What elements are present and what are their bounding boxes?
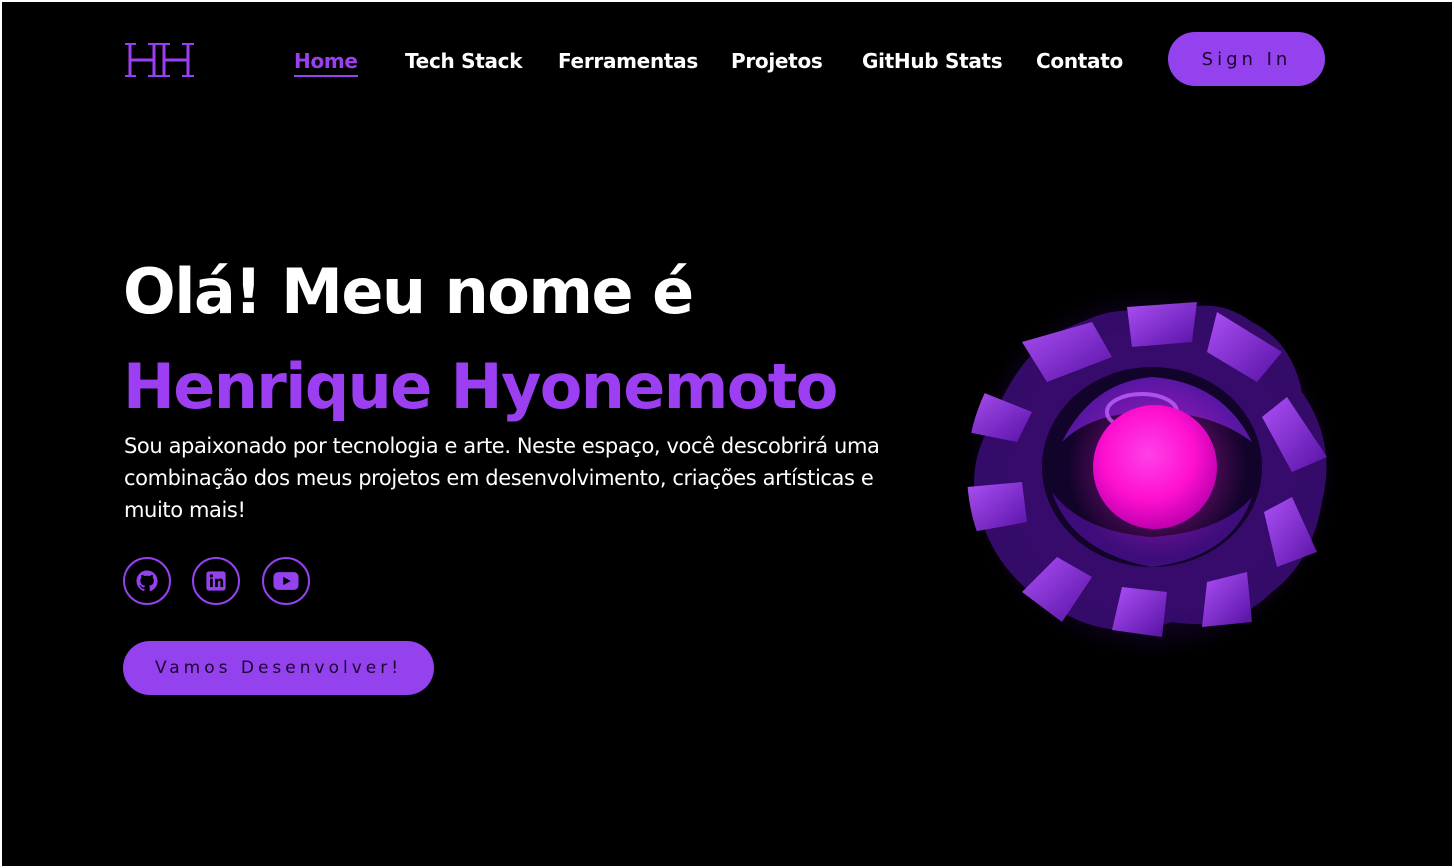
nav-link-contato[interactable]: Contato	[1036, 48, 1123, 74]
github-icon	[136, 570, 158, 592]
nav-link-github-stats[interactable]: GitHub Stats	[862, 48, 1003, 74]
youtube-link[interactable]	[262, 557, 310, 605]
sign-in-button[interactable]: Sign In	[1168, 32, 1325, 86]
hero-orb-image	[967, 287, 1337, 657]
hero-greeting: Olá! Meu nome é	[123, 255, 694, 328]
github-link[interactable]	[123, 557, 171, 605]
nav-link-home[interactable]: Home	[294, 48, 358, 77]
youtube-icon	[273, 572, 299, 590]
hh-logo[interactable]	[124, 40, 196, 80]
nav-link-tech-stack[interactable]: Tech Stack	[405, 48, 523, 74]
hero-description: Sou apaixonado por tecnologia e arte. Ne…	[124, 434, 880, 522]
linkedin-link[interactable]	[192, 557, 240, 605]
linkedin-icon	[206, 571, 226, 591]
vamos-desenvolver-button[interactable]: Vamos Desenvolver!	[123, 641, 434, 695]
nav-link-ferramentas[interactable]: Ferramentas	[558, 48, 698, 74]
nav-link-projetos[interactable]: Projetos	[731, 48, 823, 74]
hero-name: Henrique Hyonemoto	[123, 350, 838, 423]
page: Home Tech Stack Ferramentas Projetos Git…	[2, 2, 1452, 866]
